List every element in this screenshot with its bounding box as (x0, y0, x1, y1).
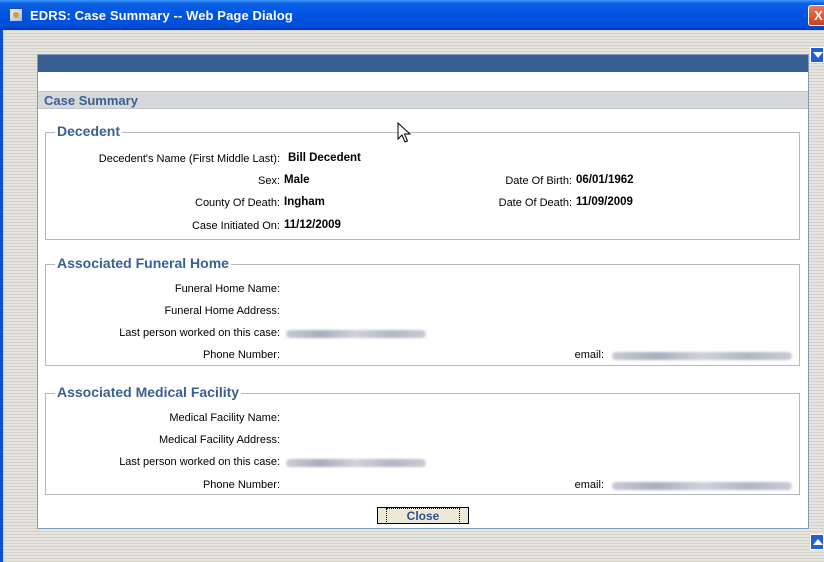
window-icon (9, 8, 23, 22)
medical-facility-name-label: Medical Facility Name: (169, 412, 280, 424)
date-of-death-label: Date Of Death: (498, 197, 572, 209)
panel-top-bar (38, 55, 808, 72)
case-initiated-value: 11/12/2009 (284, 219, 341, 231)
medical-phone-label: Phone Number: (202, 479, 280, 491)
decedent-name-label: Decedent's Name (First Middle Last): (98, 153, 280, 165)
dialog-title: EDRS: Case Summary -- Web Page Dialog (30, 8, 293, 23)
window-left-border (0, 30, 3, 562)
decedent-name-value: Bill Decedent (288, 152, 361, 164)
dialog-title-bar[interactable]: EDRS: Case Summary -- Web Page Dialog X (0, 0, 824, 30)
close-button[interactable]: Close (377, 507, 469, 524)
case-summary-panel: Case Summary Decedent Decedent's Name (F… (37, 54, 809, 529)
date-of-death-value: 11/09/2009 (576, 196, 633, 208)
sex-label: Sex: (257, 175, 280, 187)
mouse-cursor-icon (397, 122, 411, 143)
date-of-birth-value: 06/01/1962 (576, 174, 634, 186)
decedent-legend: Decedent (55, 123, 123, 139)
close-icon[interactable]: X (808, 5, 824, 26)
redacted-name (286, 330, 426, 338)
redacted-name (286, 459, 426, 467)
case-summary-header: Case Summary (38, 91, 808, 109)
funeral-home-section: Associated Funeral Home Funeral Home Nam… (45, 255, 800, 366)
medical-facility-address-label: Medical Facility Address: (158, 434, 280, 446)
redacted-email (612, 352, 792, 360)
funeral-email-label: email: (574, 349, 604, 361)
scroll-down-icon[interactable] (810, 534, 824, 550)
sex-value: Male (284, 174, 310, 186)
funeral-last-person-label: Last person worked on this case: (119, 327, 280, 339)
scroll-up-icon[interactable] (810, 47, 824, 63)
case-summary-title: Case Summary (44, 93, 138, 108)
medical-facility-section: Associated Medical Facility Medical Faci… (45, 384, 800, 495)
funeral-home-name-label: Funeral Home Name: (174, 283, 280, 295)
county-of-death-label: County Of Death: (195, 197, 280, 209)
medical-email-label: email: (574, 479, 604, 491)
medical-last-person-label: Last person worked on this case: (119, 456, 280, 468)
close-button-label: Close (385, 508, 461, 524)
funeral-phone-label: Phone Number: (202, 349, 280, 361)
redacted-email (612, 482, 792, 490)
case-initiated-label: Case Initiated On: (191, 220, 280, 232)
county-of-death-value: Ingham (284, 196, 325, 208)
date-of-birth-label: Date Of Birth: (505, 175, 572, 187)
decedent-section: Decedent Decedent's Name (First Middle L… (45, 123, 800, 240)
funeral-home-legend: Associated Funeral Home (55, 255, 231, 271)
medical-facility-legend: Associated Medical Facility (55, 384, 242, 400)
funeral-home-address-label: Funeral Home Address: (164, 305, 280, 317)
